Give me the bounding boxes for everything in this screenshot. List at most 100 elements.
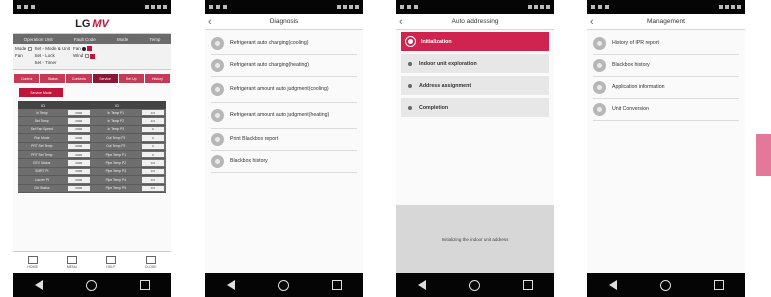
title-bar: ‹ Management <box>587 14 745 30</box>
list-item[interactable]: Refrigerant auto charging(heating) <box>211 55 357 77</box>
item-icon <box>211 133 224 146</box>
list-item[interactable]: Print Blackbox report <box>211 129 357 151</box>
back-icon[interactable] <box>226 280 235 290</box>
logo-lg: LG <box>75 17 91 30</box>
grid-body: In Temp 0000 In Temp P1 0.0 Set Temp 0000 In T… <box>18 109 166 193</box>
table-cell: Pipe Temp P3 <box>105 169 127 174</box>
toggle-red[interactable] <box>87 46 93 52</box>
list-item[interactable]: Application information <box>593 77 739 99</box>
home-circle-icon[interactable] <box>659 279 671 291</box>
step-item: Address assignment <box>401 76 549 95</box>
table-cell: 0000 <box>67 110 90 116</box>
recent-apps-icon[interactable] <box>139 280 150 290</box>
table-row: PRT Set Temp 0000 Pipe Temp P1 0 <box>18 150 166 160</box>
list-item[interactable]: Blackbox history <box>211 151 357 173</box>
item-icon <box>211 155 224 168</box>
table-cell: 0000 <box>67 151 90 158</box>
back-icon[interactable] <box>608 280 617 290</box>
head-col: Temp <box>149 36 161 42</box>
android-nav-bar <box>396 273 554 297</box>
tab-history[interactable]: History <box>144 74 171 83</box>
status-bar <box>205 0 363 14</box>
table-cell: Pipe Temp P4 <box>105 177 127 182</box>
tab-status[interactable]: Status <box>40 74 66 83</box>
close-tab[interactable]: CLOSE <box>145 256 157 269</box>
table-row: Run Mode 0000 Out Temp P1 0 <box>18 134 166 143</box>
help-tab[interactable]: HELP <box>105 256 116 269</box>
phone-diagnosis: ‹ Diagnosis Refrigerant auto charging(co… <box>205 0 363 297</box>
back-chevron-icon[interactable]: ‹ <box>208 15 212 29</box>
list-item[interactable]: History of IPR report <box>593 33 739 55</box>
toggle-red[interactable] <box>89 53 95 59</box>
table-row: EEV Status 0000 Pipe Temp P2 0.0 <box>18 159 166 168</box>
list-item[interactable]: Unit Conversion <box>593 99 739 121</box>
table-cell: 0 <box>141 151 164 158</box>
recent-apps-icon[interactable] <box>331 280 342 290</box>
info-label: Set - Timer <box>34 60 57 65</box>
tab-contents[interactable]: Contents <box>66 74 92 83</box>
tab-setup[interactable]: Set Up <box>118 74 144 83</box>
checkbox[interactable] <box>27 46 32 51</box>
grid-header-cell <box>142 101 166 109</box>
android-nav-bar <box>587 273 745 297</box>
info-label: Mode <box>15 46 27 51</box>
list-item-label: Unit Conversion <box>612 106 649 113</box>
table-cell: 0000 <box>67 168 90 175</box>
item-icon <box>593 81 606 94</box>
table-cell: 0 <box>141 143 164 149</box>
tab-service[interactable]: Service <box>92 74 118 83</box>
step-list: Initialization Indoor unit exploration A… <box>396 30 554 122</box>
back-icon[interactable] <box>417 280 426 290</box>
list-item-label: Refrigerant amount auto judgment(cooling… <box>230 86 329 93</box>
list-item[interactable]: Blackbox history <box>593 55 739 77</box>
home-icon <box>27 256 38 264</box>
home-circle-icon[interactable] <box>277 279 289 291</box>
item-icon <box>593 37 606 50</box>
back-chevron-icon[interactable]: ‹ <box>590 15 594 29</box>
table-cell: 0000 <box>67 185 90 191</box>
table-cell: 0.0 <box>141 160 164 166</box>
step-item: Completion <box>401 98 549 117</box>
tab-control[interactable]: Control <box>14 74 40 83</box>
info-label: Wind <box>73 53 84 59</box>
status-bar <box>396 0 554 14</box>
table-cell: 0 <box>141 126 164 133</box>
recent-apps-icon[interactable] <box>522 280 533 290</box>
android-nav-bar <box>13 273 171 297</box>
home-circle-icon[interactable] <box>468 279 480 291</box>
table-cell: Run Mode <box>34 135 50 140</box>
table-cell: Pipe Temp P1 <box>105 152 127 157</box>
info-block: Mode Fan Set - Mode & Unit Set - Lock Se… <box>13 44 171 70</box>
back-icon[interactable] <box>34 280 43 290</box>
table-cell: In Temp P2 <box>107 119 125 124</box>
service-mode-button[interactable]: Service Mode <box>19 88 63 97</box>
list-item-label: Blackbox history <box>612 62 650 69</box>
step-item: Initialization <box>401 32 549 51</box>
head-col: Fault Code <box>73 36 96 42</box>
menu-tab[interactable]: MENU <box>67 256 77 269</box>
tab-label: HELP <box>106 265 116 269</box>
checkbox[interactable] <box>84 54 89 59</box>
data-grid: ID ID In Temp 0000 In Temp P1 0.0 Set Temp 00… <box>18 101 166 193</box>
grid-header: ID ID <box>18 101 166 109</box>
list-item[interactable]: Refrigerant auto charging(cooling) <box>211 33 357 55</box>
page-title: Auto addressing <box>451 18 499 25</box>
step-label: Address assignment <box>419 82 472 89</box>
table-cell: In Temp <box>35 110 48 115</box>
recent-apps-icon[interactable] <box>713 280 724 290</box>
title-bar: ‹ Auto addressing <box>396 14 554 30</box>
list-item[interactable]: Refrigerant amount auto judgment(cooling… <box>211 77 357 103</box>
table-row: In Temp 0000 In Temp P1 0.0 <box>18 109 166 118</box>
table-cell: 0000 <box>67 160 90 166</box>
table-cell: PRT Set Temp <box>31 144 53 149</box>
grid-header-cell: ID <box>115 102 120 108</box>
back-chevron-icon[interactable]: ‹ <box>399 15 403 29</box>
list-item[interactable]: Refrigerant amount auto judgment(heating… <box>211 103 357 129</box>
home-circle-icon[interactable] <box>85 279 97 291</box>
table-cell: 0000 <box>67 177 90 183</box>
table-cell: In Temp P3 <box>107 127 125 132</box>
item-icon <box>211 109 224 122</box>
android-nav-bar <box>205 273 363 297</box>
home-tab[interactable]: HOME <box>27 256 38 269</box>
bottom-tab-bar: HOME MENU HELP CLOSE <box>13 251 171 273</box>
